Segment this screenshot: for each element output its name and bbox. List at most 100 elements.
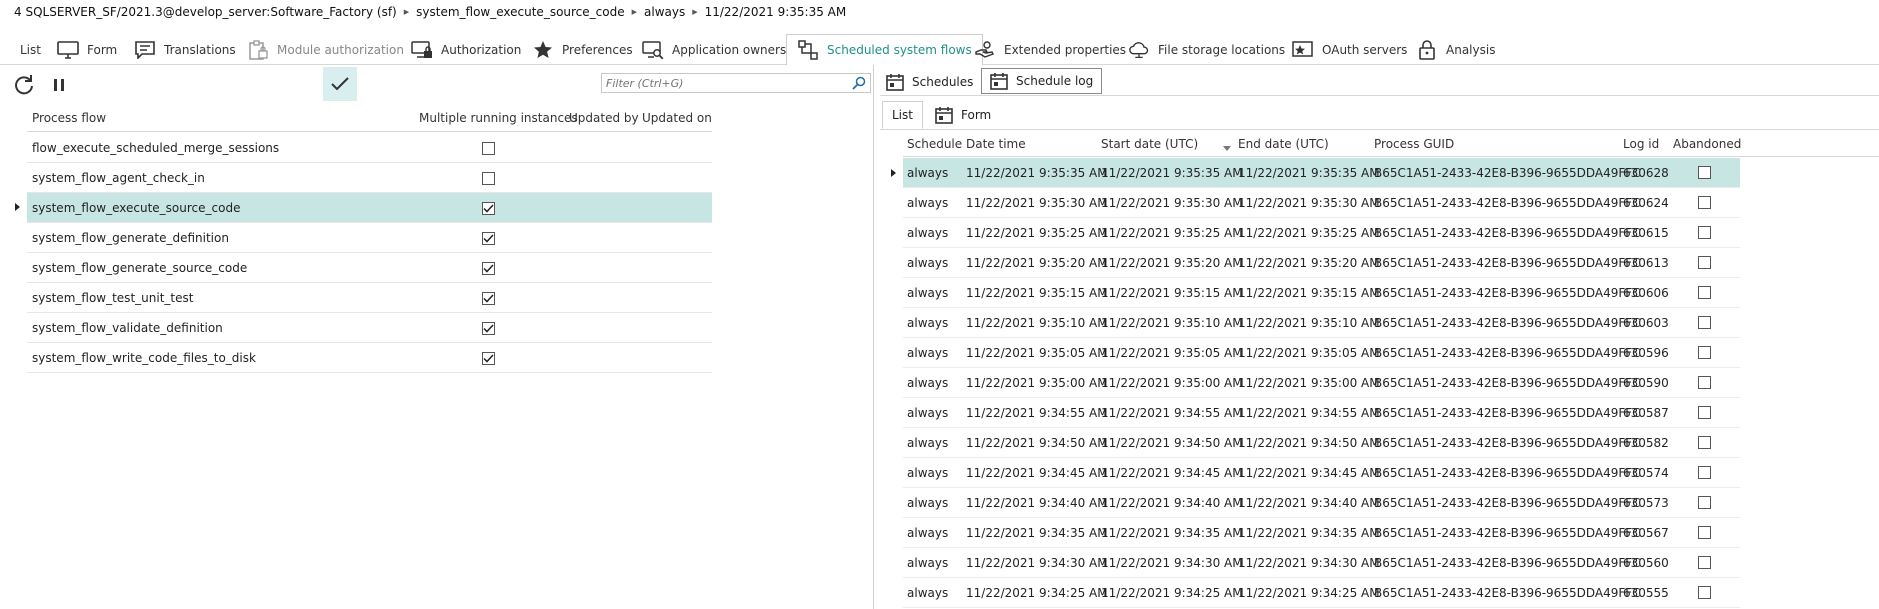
column-header-start-date[interactable]: Start date (UTC): [1101, 137, 1198, 151]
date-time-cell: 11/22/2021 9:34:50 AM: [966, 436, 1108, 450]
multiple-instances-checkbox[interactable]: [482, 202, 495, 215]
tab-analysis[interactable]: Analysis: [1416, 34, 1495, 65]
abandoned-checkbox[interactable]: [1698, 406, 1711, 419]
abandoned-checkbox[interactable]: [1698, 436, 1711, 449]
tab-authorization[interactable]: Authorization: [411, 34, 521, 65]
tab-log-form[interactable]: Form: [935, 102, 991, 128]
abandoned-checkbox[interactable]: [1698, 256, 1711, 269]
tab-schedule-log[interactable]: Schedule log: [981, 68, 1103, 94]
table-row[interactable]: always 11/22/2021 9:34:50 AM 11/22/2021 9:…: [903, 428, 1740, 458]
abandoned-checkbox[interactable]: [1698, 196, 1711, 209]
filter-input[interactable]: [602, 76, 842, 90]
abandoned-checkbox[interactable]: [1698, 316, 1711, 329]
table-row[interactable]: always 11/22/2021 9:35:20 AM 11/22/2021 9:…: [903, 248, 1740, 278]
table-row[interactable]: always 11/22/2021 9:35:05 AM 11/22/2021 9:…: [903, 338, 1740, 368]
abandoned-checkbox[interactable]: [1698, 376, 1711, 389]
abandoned-checkbox[interactable]: [1698, 556, 1711, 569]
breadcrumb-item[interactable]: system_flow_execute_source_code: [416, 5, 624, 19]
abandoned-checkbox[interactable]: [1698, 286, 1711, 299]
refresh-button[interactable]: [12, 73, 36, 97]
table-row[interactable]: always 11/22/2021 9:35:10 AM 11/22/2021 9:…: [903, 308, 1740, 338]
table-row[interactable]: flow_execute_scheduled_merge_sessions: [27, 133, 712, 163]
monitor-search-icon: [642, 40, 664, 60]
multiple-instances-checkbox[interactable]: [482, 142, 495, 155]
column-header-log-id[interactable]: Log id: [1623, 137, 1659, 151]
tab-list[interactable]: List: [20, 34, 41, 65]
process-guid-cell: B65C1A51-2433-42E8-B396-9655DDA49FFC: [1374, 346, 1641, 360]
table-row-selected[interactable]: system_flow_execute_source_code: [27, 193, 712, 223]
abandoned-checkbox[interactable]: [1698, 346, 1711, 359]
tab-translations[interactable]: Translations: [134, 34, 236, 65]
column-header-schedule[interactable]: Schedule: [907, 137, 962, 151]
table-row[interactable]: system_flow_generate_definition: [27, 223, 712, 253]
start-date-cell: 11/22/2021 9:35:20 AM: [1101, 256, 1243, 270]
abandoned-checkbox[interactable]: [1698, 226, 1711, 239]
column-header-multiple-running-instances[interactable]: Multiple running instances: [419, 111, 578, 125]
abandoned-checkbox[interactable]: [1698, 166, 1711, 179]
table-row[interactable]: system_flow_generate_source_code: [27, 253, 712, 283]
tab-module-authorization[interactable]: Module authorization: [247, 34, 404, 65]
table-row-selected[interactable]: always 11/22/2021 9:35:35 AM 11/22/2021 9:…: [903, 158, 1740, 188]
table-row[interactable]: always 11/22/2021 9:35:30 AM 11/22/2021 9:…: [903, 188, 1740, 218]
end-date-cell: 11/22/2021 9:34:25 AM: [1238, 586, 1380, 600]
multiple-instances-checkbox[interactable]: [482, 322, 495, 335]
multiple-instances-checkbox[interactable]: [482, 292, 495, 305]
tab-oauth-servers[interactable]: OAuth servers: [1292, 34, 1407, 65]
multiple-instances-checkbox[interactable]: [482, 352, 495, 365]
breadcrumb-item[interactable]: always: [644, 5, 685, 19]
column-header-process-flow[interactable]: Process flow: [32, 111, 106, 125]
tab-log-list[interactable]: List: [882, 101, 923, 129]
log-id-cell: 630555: [1623, 586, 1669, 600]
tab-form[interactable]: Form: [57, 34, 117, 65]
column-header-updated-by[interactable]: Updated by: [569, 111, 639, 125]
column-header-process-guid[interactable]: Process GUID: [1374, 137, 1454, 151]
multiple-instances-checkbox[interactable]: [482, 172, 495, 185]
table-row[interactable]: system_flow_write_code_files_to_disk: [27, 343, 712, 373]
column-header-date-time[interactable]: Date time: [966, 137, 1026, 151]
apply-button[interactable]: [323, 67, 357, 101]
abandoned-checkbox[interactable]: [1698, 526, 1711, 539]
table-row[interactable]: system_flow_agent_check_in: [27, 163, 712, 193]
pause-button[interactable]: [48, 74, 70, 96]
tab-label: Module authorization: [277, 42, 404, 57]
tab-extended-properties[interactable]: Extended properties: [974, 34, 1126, 65]
table-row[interactable]: always 11/22/2021 9:34:45 AM 11/22/2021 9:…: [903, 458, 1740, 488]
column-header-end-date[interactable]: End date (UTC): [1238, 137, 1329, 151]
table-row[interactable]: always 11/22/2021 9:34:55 AM 11/22/2021 9:…: [903, 398, 1740, 428]
schedule-cell: always: [907, 346, 949, 360]
cloud-icon: [1128, 40, 1150, 60]
tab-file-storage-locations[interactable]: File storage locations: [1128, 34, 1285, 65]
table-row[interactable]: system_flow_validate_definition: [27, 313, 712, 343]
table-row[interactable]: system_flow_test_unit_test: [27, 283, 712, 313]
date-time-cell: 11/22/2021 9:34:45 AM: [966, 466, 1108, 480]
process-flow-name: system_flow_generate_source_code: [32, 261, 248, 275]
multiple-instances-checkbox[interactable]: [482, 232, 495, 245]
table-row[interactable]: always 11/22/2021 9:35:25 AM 11/22/2021 9:…: [903, 218, 1740, 248]
column-header-updated-on[interactable]: Updated on: [642, 111, 712, 125]
table-row[interactable]: always 11/22/2021 9:34:25 AM 11/22/2021 9:…: [903, 578, 1740, 608]
column-header-abandoned[interactable]: Abandoned: [1673, 137, 1741, 151]
pane-splitter[interactable]: [873, 65, 874, 609]
process-guid-cell: B65C1A51-2433-42E8-B396-9655DDA49FFC: [1374, 226, 1641, 240]
breadcrumb-item[interactable]: 11/22/2021 9:35:35 AM: [705, 5, 847, 19]
tab-application-owners[interactable]: Application owners: [642, 34, 786, 65]
process-guid-cell: B65C1A51-2433-42E8-B396-9655DDA49FFC: [1374, 466, 1641, 480]
schedule-cell: always: [907, 496, 949, 510]
table-row[interactable]: always 11/22/2021 9:35:00 AM 11/22/2021 9:…: [903, 368, 1740, 398]
table-row[interactable]: always 11/22/2021 9:34:40 AM 11/22/2021 9:…: [903, 488, 1740, 518]
lock-icon: [1416, 39, 1438, 60]
abandoned-checkbox[interactable]: [1698, 586, 1711, 599]
multiple-instances-checkbox[interactable]: [482, 262, 495, 275]
tab-scheduled-system-flows[interactable]: Scheduled system flows: [786, 34, 983, 66]
breadcrumb-item[interactable]: 4 SQLSERVER_SF/2021.3@develop_server:Sof…: [14, 5, 397, 19]
table-row[interactable]: always 11/22/2021 9:34:30 AM 11/22/2021 9:…: [903, 548, 1740, 578]
table-row[interactable]: always 11/22/2021 9:34:35 AM 11/22/2021 9:…: [903, 518, 1740, 548]
table-row[interactable]: always 11/22/2021 9:35:15 AM 11/22/2021 9:…: [903, 278, 1740, 308]
tab-preferences[interactable]: Preferences: [532, 34, 633, 65]
abandoned-checkbox[interactable]: [1698, 496, 1711, 509]
sort-descending-icon[interactable]: [1223, 141, 1231, 155]
abandoned-checkbox[interactable]: [1698, 466, 1711, 479]
tab-schedules[interactable]: Schedules: [886, 69, 973, 95]
tab-label: Form: [961, 108, 992, 122]
search-icon[interactable]: [852, 76, 866, 93]
